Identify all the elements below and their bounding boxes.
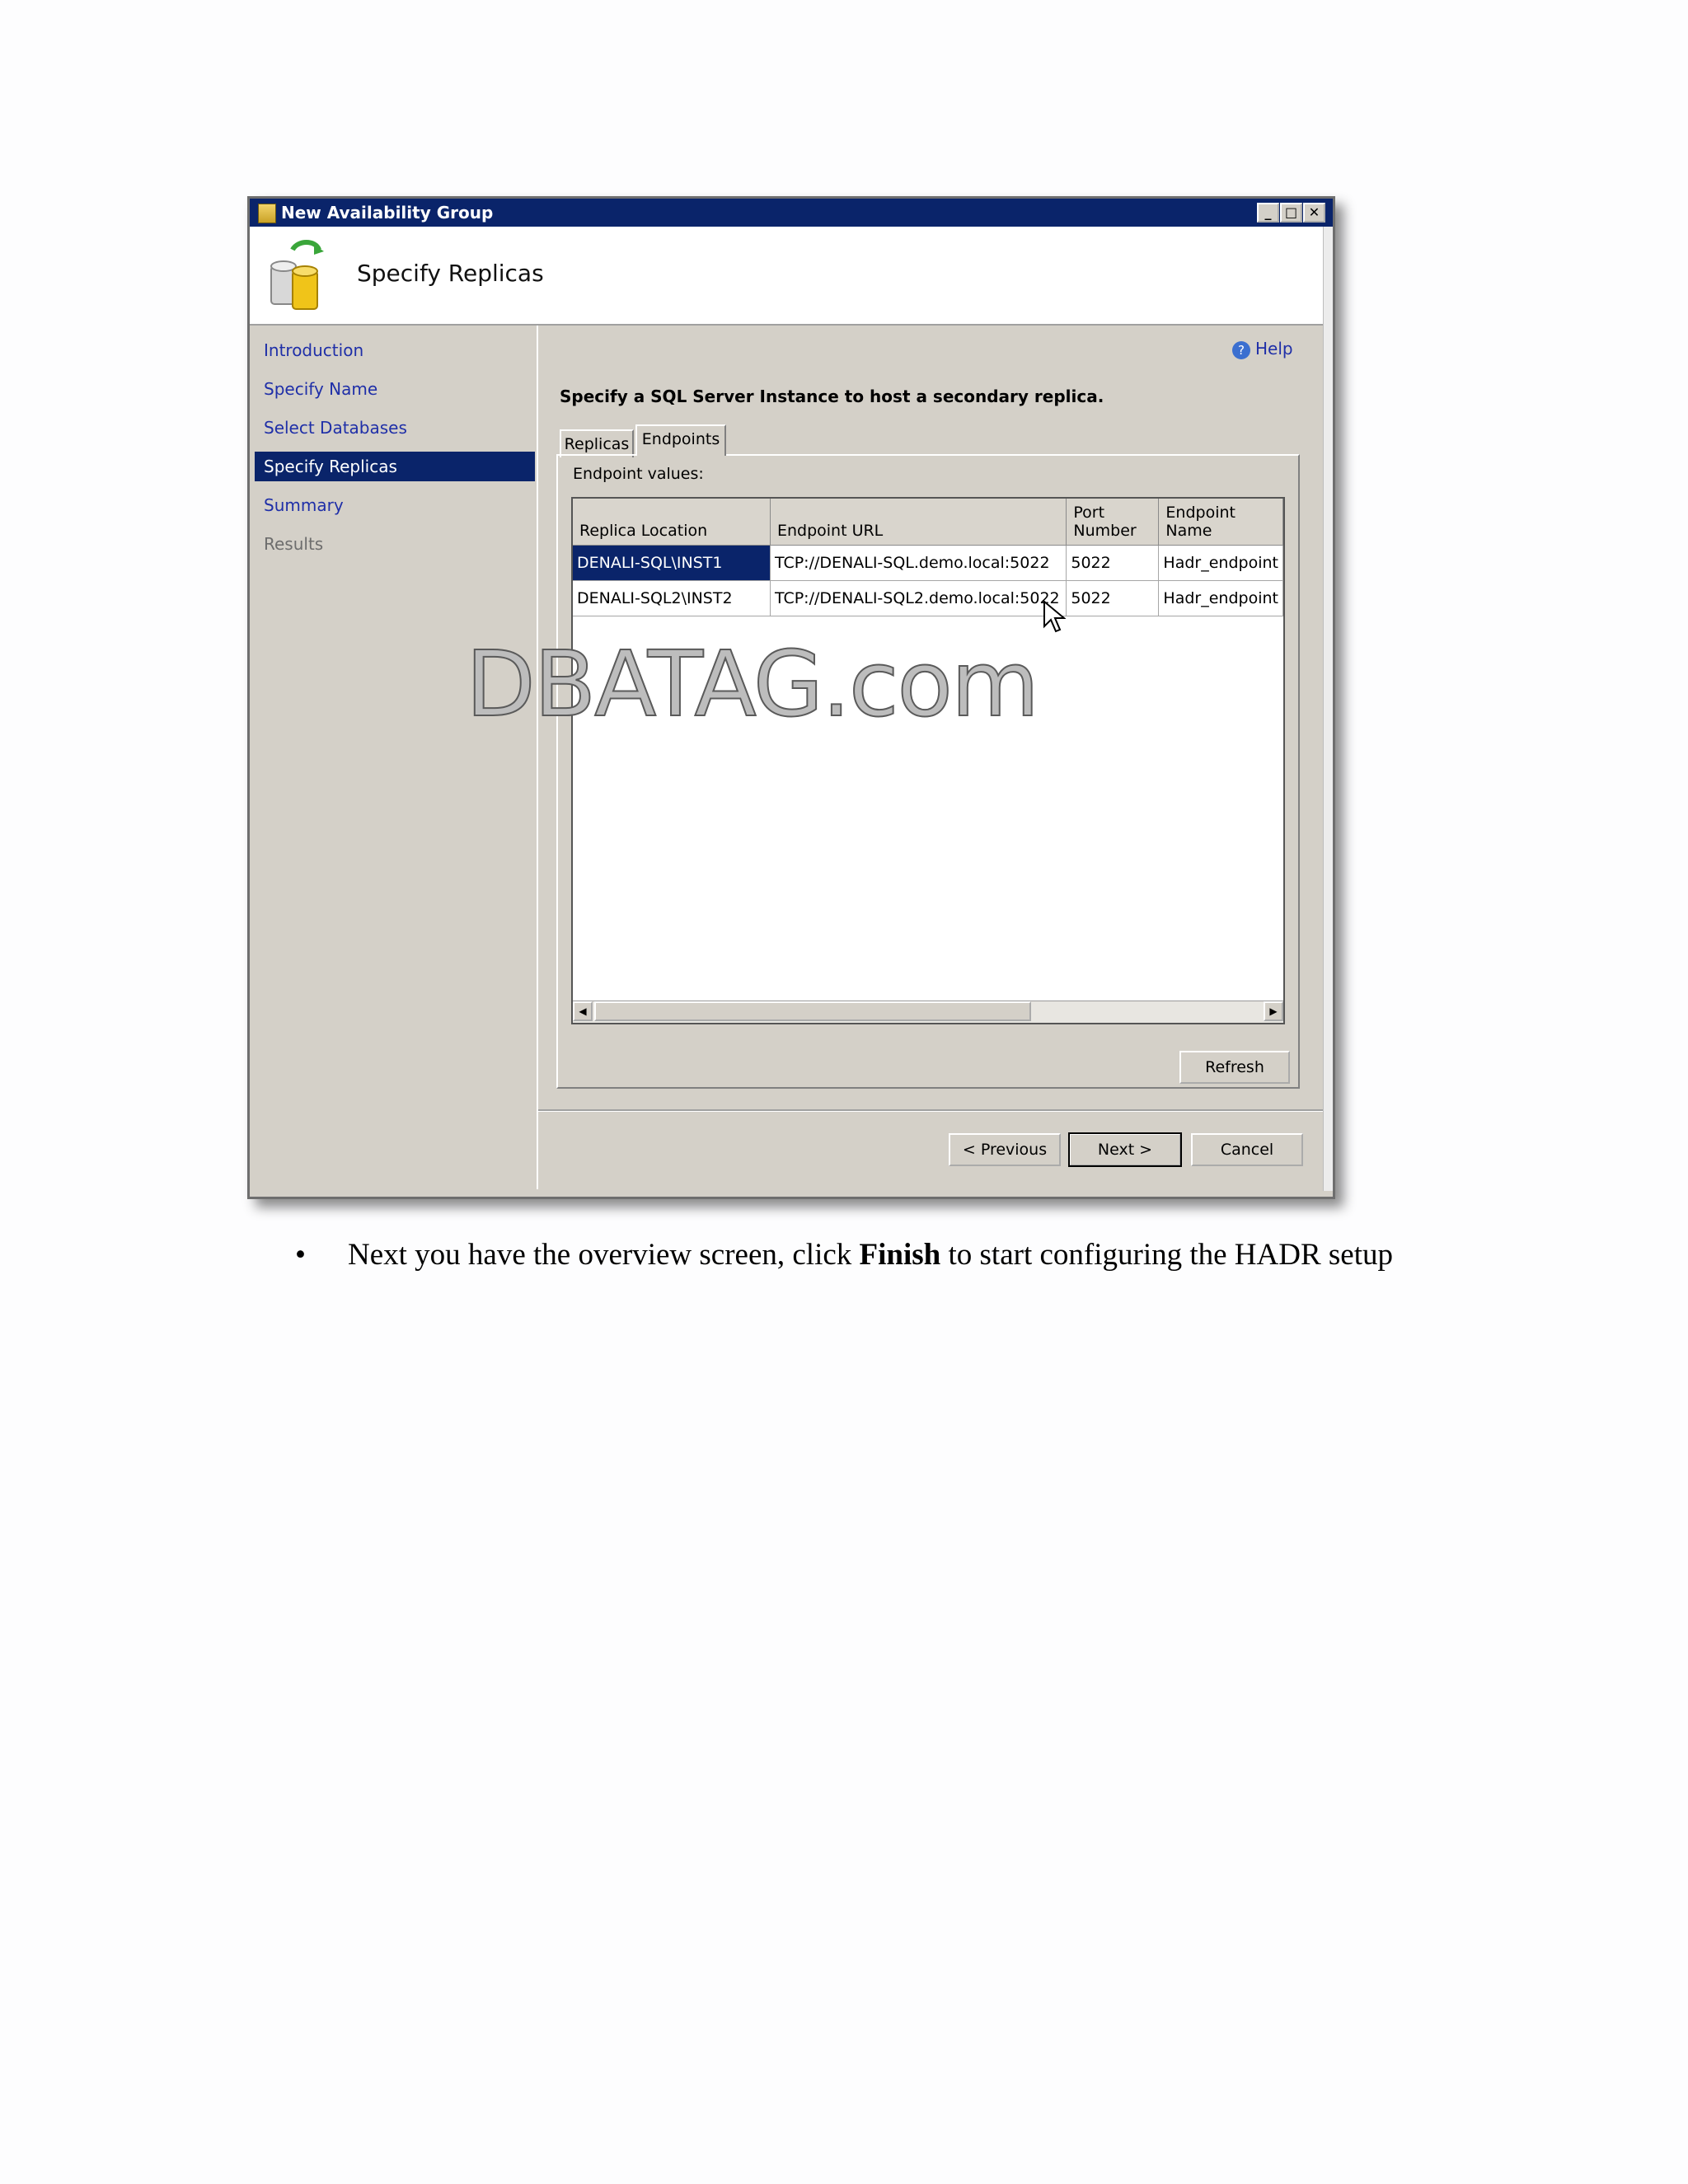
minimize-icon[interactable]: _ bbox=[1257, 203, 1279, 223]
footer-divider bbox=[538, 1109, 1323, 1112]
cell-port-number[interactable]: 5022 bbox=[1066, 545, 1160, 581]
cancel-button[interactable]: Cancel bbox=[1191, 1133, 1303, 1166]
previous-button[interactable]: < Previous bbox=[949, 1133, 1061, 1166]
nav-item-specify-replicas[interactable]: Specify Replicas bbox=[255, 452, 535, 481]
horizontal-scrollbar[interactable]: ◀ ▶ bbox=[573, 1001, 1283, 1023]
cell-endpoint-name[interactable]: Hadr_endpoint bbox=[1158, 580, 1283, 616]
bullet-icon: • bbox=[295, 1238, 306, 1272]
cell-endpoint-url[interactable]: TCP://DENALI-SQL2.demo.local:5022 bbox=[770, 580, 1067, 616]
help-link[interactable]: ? Help bbox=[1232, 339, 1293, 359]
table-row[interactable]: DENALI-SQL2\INST2 TCP://DENALI-SQL2.demo… bbox=[573, 580, 1283, 616]
nav-item-results: Results bbox=[264, 534, 324, 554]
column-header-port-number[interactable]: Port Number bbox=[1066, 499, 1160, 546]
bullet-text: Next you have the overview screen, click… bbox=[348, 1236, 1419, 1274]
cell-replica-location[interactable]: DENALI-SQL2\INST2 bbox=[573, 580, 771, 616]
bullet-text-bold: Finish bbox=[859, 1238, 941, 1272]
endpoint-values-label: Endpoint values: bbox=[573, 465, 704, 483]
scrollbar-thumb[interactable] bbox=[594, 1001, 1031, 1021]
maximize-icon[interactable]: □ bbox=[1280, 203, 1302, 223]
scroll-left-icon[interactable]: ◀ bbox=[573, 1001, 593, 1021]
close-icon[interactable]: ✕ bbox=[1303, 203, 1325, 223]
cell-endpoint-name[interactable]: Hadr_endpoint bbox=[1158, 545, 1283, 581]
nav-item-introduction[interactable]: Introduction bbox=[255, 335, 535, 365]
tab-replicas[interactable]: Replicas bbox=[560, 429, 634, 457]
endpoints-grid[interactable]: Replica Location Endpoint URL Port Numbe… bbox=[571, 497, 1285, 1024]
tab-endpoints[interactable]: Endpoints bbox=[635, 424, 726, 456]
wizard-header: Specify Replicas bbox=[250, 227, 1324, 326]
instruction-text: Specify a SQL Server Instance to host a … bbox=[560, 387, 1104, 406]
column-header-endpoint-name[interactable]: Endpoint Name bbox=[1158, 499, 1283, 546]
app-icon bbox=[258, 204, 276, 223]
endpoints-table: Replica Location Endpoint URL Port Numbe… bbox=[573, 499, 1283, 616]
refresh-button[interactable]: Refresh bbox=[1179, 1051, 1290, 1084]
nav-item-select-databases[interactable]: Select Databases bbox=[255, 413, 535, 443]
table-header-row: Replica Location Endpoint URL Port Numbe… bbox=[573, 499, 1283, 546]
table-row[interactable]: DENALI-SQL\INST1 TCP://DENALI-SQL.demo.l… bbox=[573, 545, 1283, 581]
scroll-right-icon[interactable]: ▶ bbox=[1264, 1001, 1283, 1021]
bullet-text-before: Next you have the overview screen, click bbox=[348, 1238, 860, 1272]
help-icon: ? bbox=[1232, 340, 1250, 359]
page-title: Specify Replicas bbox=[357, 260, 544, 287]
column-header-endpoint-url[interactable]: Endpoint URL bbox=[770, 499, 1067, 546]
nav-item-summary[interactable]: Summary bbox=[255, 490, 535, 520]
cell-replica-location[interactable]: DENALI-SQL\INST1 bbox=[573, 545, 771, 581]
watermark: DBATAG.com bbox=[465, 631, 1040, 737]
window-title: New Availability Group bbox=[281, 203, 494, 223]
mouse-cursor-icon bbox=[1043, 600, 1066, 633]
bullet-text-after: to start configuring the HADR setup bbox=[940, 1238, 1394, 1272]
nav-item-specify-name[interactable]: Specify Name bbox=[255, 374, 535, 404]
help-label: Help bbox=[1255, 339, 1293, 359]
cell-endpoint-url[interactable]: TCP://DENALI-SQL.demo.local:5022 bbox=[770, 545, 1067, 581]
next-button[interactable]: Next > bbox=[1068, 1132, 1182, 1167]
title-bar[interactable]: New Availability Group _ □ ✕ bbox=[250, 199, 1333, 227]
database-wizard-icon bbox=[270, 240, 324, 310]
wizard-nav: Introduction Specify Name Select Databas… bbox=[250, 326, 538, 1189]
column-header-replica-location[interactable]: Replica Location bbox=[573, 499, 771, 546]
window-edge-scrollbar bbox=[1323, 227, 1333, 1191]
cell-port-number[interactable]: 5022 bbox=[1066, 580, 1160, 616]
